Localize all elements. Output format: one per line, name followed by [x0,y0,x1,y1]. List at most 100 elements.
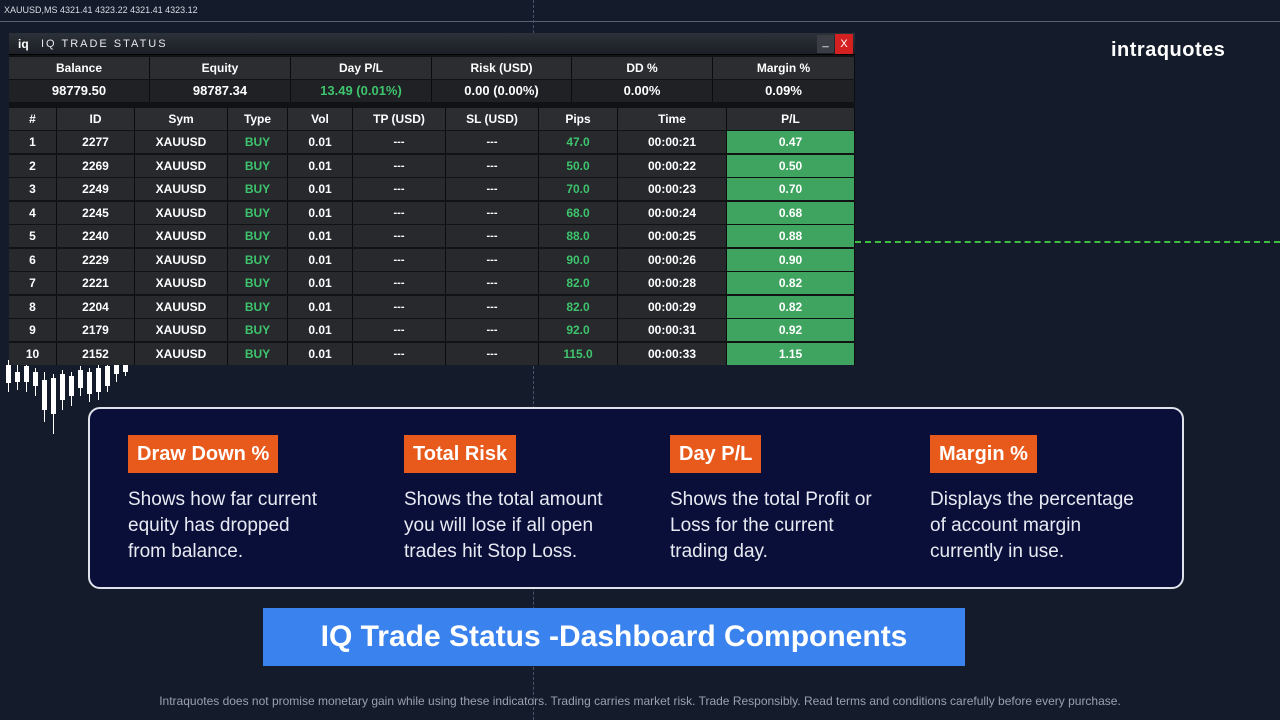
table-cell[interactable]: XAUUSD [135,131,228,153]
table-cell[interactable]: 3 [9,178,57,200]
table-cell[interactable]: 0.01 [288,295,353,318]
table-cell[interactable]: --- [353,248,446,271]
table-cell[interactable]: BUY [228,225,288,247]
table-cell[interactable]: 0.47 [727,131,855,153]
table-cell[interactable]: 00:00:31 [618,319,727,341]
table-cell[interactable]: 0.92 [727,319,855,341]
table-cell[interactable]: 00:00:21 [618,131,727,153]
table-cell[interactable]: 7 [9,272,57,294]
table-cell[interactable]: BUY [228,295,288,318]
table-cell[interactable]: --- [353,178,446,200]
table-cell[interactable]: XAUUSD [135,178,228,200]
table-cell[interactable]: --- [353,272,446,294]
table-cell[interactable]: --- [446,319,539,341]
table-cell[interactable]: 6 [9,248,57,271]
table-cell[interactable]: BUY [228,178,288,200]
table-cell[interactable]: BUY [228,248,288,271]
table-cell[interactable]: --- [446,178,539,200]
table-cell[interactable]: 0.82 [727,295,855,318]
table-cell[interactable]: 0.01 [288,272,353,294]
table-cell[interactable]: 0.01 [288,131,353,153]
table-cell[interactable]: 2 [9,154,57,177]
column-header[interactable]: Pips [539,108,618,130]
table-cell[interactable]: 115.0 [539,342,618,365]
table-cell[interactable]: 0.88 [727,225,855,247]
table-cell[interactable]: 00:00:28 [618,272,727,294]
table-cell[interactable]: 70.0 [539,178,618,200]
table-cell[interactable]: --- [353,319,446,341]
table-cell[interactable]: 2152 [57,342,135,365]
column-header[interactable]: P/L [727,108,855,130]
table-cell[interactable]: 2249 [57,178,135,200]
table-cell[interactable]: 0.01 [288,201,353,224]
table-cell[interactable]: --- [446,272,539,294]
column-header[interactable]: Type [228,108,288,130]
table-cell[interactable]: 50.0 [539,154,618,177]
table-cell[interactable]: 2221 [57,272,135,294]
table-cell[interactable]: 4 [9,201,57,224]
table-cell[interactable]: 2229 [57,248,135,271]
table-cell[interactable]: --- [446,154,539,177]
table-cell[interactable]: 2245 [57,201,135,224]
table-cell[interactable]: 2240 [57,225,135,247]
table-cell[interactable]: --- [353,342,446,365]
table-cell[interactable]: XAUUSD [135,154,228,177]
table-cell[interactable]: 2179 [57,319,135,341]
table-cell[interactable]: XAUUSD [135,295,228,318]
table-cell[interactable]: --- [353,131,446,153]
table-cell[interactable]: XAUUSD [135,248,228,271]
column-header[interactable]: ID [57,108,135,130]
table-cell[interactable]: 00:00:26 [618,248,727,271]
table-cell[interactable]: 10 [9,342,57,365]
table-cell[interactable]: --- [446,342,539,365]
table-cell[interactable]: XAUUSD [135,272,228,294]
table-cell[interactable]: 00:00:22 [618,154,727,177]
close-button[interactable]: X [835,34,853,54]
table-cell[interactable]: 00:00:25 [618,225,727,247]
table-cell[interactable]: --- [353,201,446,224]
table-cell[interactable]: BUY [228,201,288,224]
table-cell[interactable]: 0.82 [727,272,855,294]
table-cell[interactable]: 1 [9,131,57,153]
column-header[interactable]: Time [618,108,727,130]
trade-status-panel[interactable]: iq IQ TRADE STATUS _ X Balance Equity Day … [9,33,855,365]
table-cell[interactable]: --- [353,295,446,318]
panel-titlebar[interactable]: iq IQ TRADE STATUS _ X [9,33,855,55]
table-cell[interactable]: 2204 [57,295,135,318]
table-cell[interactable]: 0.68 [727,201,855,224]
table-cell[interactable]: --- [353,154,446,177]
column-header[interactable]: TP (USD) [353,108,446,130]
table-cell[interactable]: BUY [228,319,288,341]
column-header[interactable]: SL (USD) [446,108,539,130]
table-cell[interactable]: 0.50 [727,154,855,177]
table-cell[interactable]: --- [353,225,446,247]
column-header[interactable]: Sym [135,108,228,130]
table-cell[interactable]: 0.01 [288,319,353,341]
table-cell[interactable]: BUY [228,131,288,153]
table-cell[interactable]: 00:00:33 [618,342,727,365]
table-cell[interactable]: 8 [9,295,57,318]
table-cell[interactable]: 92.0 [539,319,618,341]
table-cell[interactable]: 0.01 [288,248,353,271]
table-cell[interactable]: 00:00:23 [618,178,727,200]
table-cell[interactable]: BUY [228,154,288,177]
table-cell[interactable]: BUY [228,272,288,294]
table-cell[interactable]: --- [446,295,539,318]
table-cell[interactable]: XAUUSD [135,342,228,365]
table-cell[interactable]: 00:00:24 [618,201,727,224]
minimize-button[interactable]: _ [817,35,834,53]
table-cell[interactable]: 0.01 [288,178,353,200]
table-cell[interactable]: 82.0 [539,272,618,294]
table-cell[interactable]: --- [446,248,539,271]
table-cell[interactable]: 0.01 [288,225,353,247]
table-cell[interactable]: 82.0 [539,295,618,318]
table-cell[interactable]: 68.0 [539,201,618,224]
table-cell[interactable]: 2269 [57,154,135,177]
table-cell[interactable]: 2277 [57,131,135,153]
price-level-line[interactable] [855,241,1280,243]
table-cell[interactable]: 5 [9,225,57,247]
table-cell[interactable]: XAUUSD [135,225,228,247]
table-cell[interactable]: --- [446,225,539,247]
table-cell[interactable]: 9 [9,319,57,341]
column-header[interactable]: # [9,108,57,130]
